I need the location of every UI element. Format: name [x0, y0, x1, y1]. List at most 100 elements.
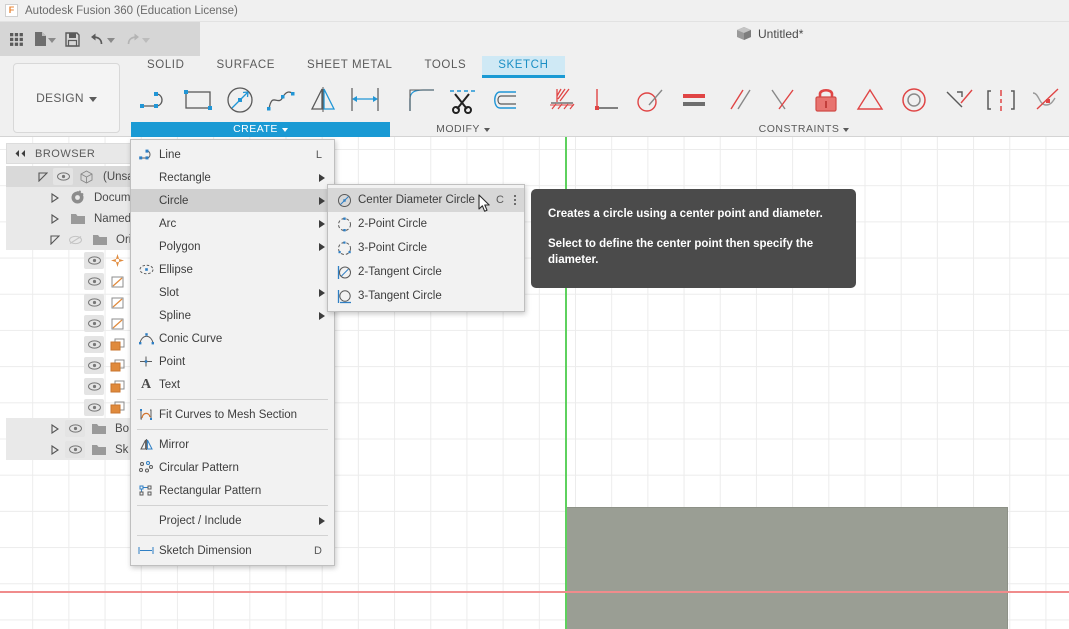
visibility-eye-icon[interactable] — [84, 399, 104, 416]
menu-item-text[interactable]: A Text — [131, 373, 334, 396]
browser-item-axis[interactable] — [6, 376, 131, 397]
submenu-item-2-tangent-circle[interactable]: 2-Tangent Circle — [328, 260, 524, 284]
two-point-circle-icon — [334, 215, 355, 233]
menu-item-circular-pattern[interactable]: Circular Pattern — [131, 456, 334, 479]
redo-caret-icon[interactable] — [142, 37, 150, 43]
circle-icon[interactable] — [219, 79, 261, 121]
visibility-eye-icon[interactable] — [84, 252, 104, 269]
menu-item-circle[interactable]: Circle — [131, 189, 334, 212]
browser-item-named-views[interactable]: Named V — [6, 208, 131, 229]
overflow-menu-icon[interactable] — [510, 195, 524, 205]
visibility-eye-icon[interactable] — [84, 273, 104, 290]
sketch-dimension-icon[interactable] — [344, 79, 386, 121]
sketch-profile-rectangle[interactable] — [566, 507, 1008, 629]
menu-item-fit-curves-to-mesh-section[interactable]: Fit Curves to Mesh Section — [131, 403, 334, 426]
workspace-switcher-button[interactable]: DESIGN — [13, 63, 120, 133]
expander-collapsed-icon[interactable] — [48, 444, 62, 455]
new-file-caret-icon[interactable] — [48, 37, 56, 43]
visibility-eye-icon[interactable] — [84, 294, 104, 311]
menu-item-point[interactable]: Point — [131, 350, 334, 373]
vertical-horizontal-icon[interactable] — [584, 79, 628, 121]
spline-icon[interactable] — [260, 79, 302, 121]
redo-icon[interactable] — [120, 25, 154, 53]
fit-curves-icon — [135, 406, 157, 424]
fix-constraint-icon[interactable] — [540, 79, 584, 121]
visibility-eye-icon[interactable] — [84, 315, 104, 332]
menu-item-sketch-dimension[interactable]: Sketch Dimension D — [131, 539, 334, 562]
parallel-icon[interactable] — [716, 79, 760, 121]
visibility-eye-icon[interactable] — [65, 420, 85, 437]
constraints-panel-label[interactable]: CONSTRAINTS — [536, 122, 1069, 137]
chevron-down-icon — [483, 127, 490, 132]
browser-item-bodies[interactable]: Bo — [6, 418, 131, 439]
browser-item-sketches[interactable]: Sk — [6, 439, 131, 460]
expander-expanded-icon[interactable] — [36, 171, 50, 182]
expander-collapsed-icon[interactable] — [48, 423, 62, 434]
menu-item-conic-curve[interactable]: Conic Curve — [131, 327, 334, 350]
submenu-item-3-tangent-circle[interactable]: 3-Tangent Circle — [328, 284, 524, 308]
undo-caret-icon[interactable] — [107, 37, 115, 43]
new-file-icon[interactable] — [29, 25, 60, 53]
browser-item-origin[interactable]: Ori — [6, 229, 131, 250]
submenu-item-center-diameter-circle[interactable]: Center Diameter Circle C — [328, 188, 524, 212]
visibility-eye-icon[interactable] — [84, 378, 104, 395]
modify-panel-label[interactable]: MODIFY — [398, 122, 528, 137]
expander-collapsed-icon[interactable] — [48, 192, 62, 203]
undo-icon[interactable] — [85, 25, 119, 53]
browser-item-document-settings[interactable]: Docume — [6, 187, 131, 208]
tangent-icon[interactable] — [628, 79, 672, 121]
menu-item-project-include[interactable]: Project / Include — [131, 509, 334, 532]
menu-item-ellipse[interactable]: Ellipse — [131, 258, 334, 281]
save-icon[interactable] — [61, 25, 84, 53]
line-icon[interactable] — [135, 79, 177, 121]
browser-item-root[interactable]: (Unsa — [6, 166, 131, 187]
mirror-icon[interactable] — [302, 79, 344, 121]
concentric-icon[interactable] — [892, 79, 936, 121]
menu-item-mirror[interactable]: Mirror — [131, 433, 334, 456]
offset-icon[interactable] — [483, 79, 524, 121]
browser-item-plane[interactable] — [6, 313, 131, 334]
browser-item-origin-point[interactable] — [6, 250, 131, 271]
double-chevron-left-icon[interactable] — [14, 149, 27, 158]
midpoint-icon[interactable] — [848, 79, 892, 121]
lock-icon[interactable] — [804, 79, 848, 121]
menu-item-slot[interactable]: Slot — [131, 281, 334, 304]
tab-solid[interactable]: SOLID — [131, 56, 201, 78]
curvature-icon[interactable] — [1024, 79, 1068, 121]
grid-apps-icon[interactable] — [5, 25, 28, 53]
visibility-eye-off-icon[interactable] — [65, 231, 86, 248]
menu-item-polygon[interactable]: Polygon — [131, 235, 334, 258]
tab-sketch[interactable]: SKETCH — [482, 56, 565, 78]
submenu-item-2-point-circle[interactable]: 2-Point Circle — [328, 212, 524, 236]
trim-scissors-icon[interactable] — [443, 79, 484, 121]
perpendicular-icon[interactable] — [760, 79, 804, 121]
browser-item-axis[interactable] — [6, 397, 131, 418]
menu-item-line[interactable]: Line L — [131, 143, 334, 166]
collinear-icon[interactable] — [936, 79, 980, 121]
menu-item-rectangle[interactable]: Rectangle — [131, 166, 334, 189]
create-panel-label[interactable]: CREATE — [131, 121, 390, 137]
browser-item-plane[interactable] — [6, 271, 131, 292]
visibility-eye-icon[interactable] — [53, 168, 73, 185]
expander-collapsed-icon[interactable] — [48, 213, 62, 224]
menu-item-arc[interactable]: Arc — [131, 212, 334, 235]
browser-item-axis[interactable] — [6, 355, 131, 376]
tab-tools[interactable]: TOOLS — [408, 56, 482, 78]
browser-item-axis[interactable] — [6, 334, 131, 355]
browser-item-plane[interactable] — [6, 292, 131, 313]
symmetry-icon[interactable] — [980, 79, 1024, 121]
two-tangent-circle-icon — [334, 263, 355, 281]
tab-sheet-metal[interactable]: SHEET METAL — [291, 56, 408, 78]
document-tab[interactable]: Untitled* — [736, 26, 803, 42]
menu-item-rectangular-pattern[interactable]: Rectangular Pattern — [131, 479, 334, 502]
visibility-eye-icon[interactable] — [84, 336, 104, 353]
tab-surface[interactable]: SURFACE — [201, 56, 292, 78]
visibility-eye-icon[interactable] — [84, 357, 104, 374]
equal-icon[interactable] — [672, 79, 716, 121]
rectangle-icon[interactable] — [177, 79, 219, 121]
visibility-eye-icon[interactable] — [65, 441, 85, 458]
fillet-icon[interactable] — [402, 79, 443, 121]
submenu-item-3-point-circle[interactable]: 3-Point Circle — [328, 236, 524, 260]
menu-item-spline[interactable]: Spline — [131, 304, 334, 327]
expander-expanded-icon[interactable] — [48, 234, 62, 245]
